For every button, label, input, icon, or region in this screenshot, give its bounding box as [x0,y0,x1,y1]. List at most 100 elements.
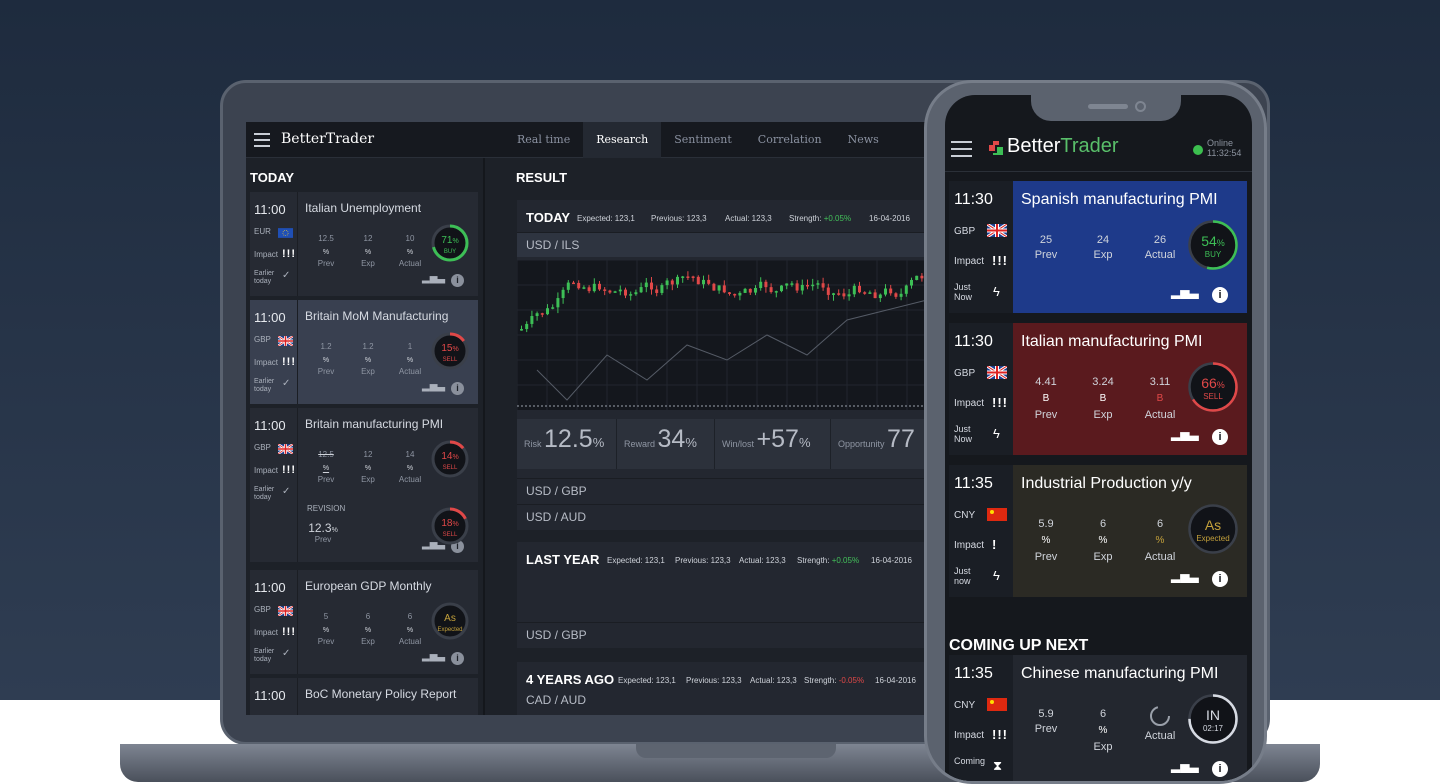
panel-previous: Previous: 123,3 [675,556,731,565]
phone-frame: BetterTrader Online 11:32:54 11:30 GBP Im… [924,80,1267,784]
uk-flag-icon [277,333,294,347]
currency-code: GBP [254,443,271,452]
event-title: European GDP Monthly [305,579,432,593]
mobile-event-card[interactable]: 11:35 CNY Impact !!! Coming ⧗ Chinese ma… [949,655,1247,781]
exp-value: 24 Exp [1093,234,1113,261]
panel-actual: Actual: 123,3 [725,214,772,223]
event-card[interactable]: 11:00 Britain MoM Manufacturing GBP Impac… [250,300,478,404]
cn-flag-icon [987,698,1007,711]
prev-value: 4.41 B Prev [1034,376,1058,421]
pair-row[interactable]: USD / ILS [517,232,936,257]
app-logo[interactable]: BetterTrader [1007,135,1119,158]
panel-title: TODAY [526,210,571,225]
revision-label: REVISION [307,504,346,513]
winlost-stat: Win/lost +57% [715,419,831,469]
panel-title: LAST YEAR [526,552,600,567]
menu-icon[interactable] [951,141,972,157]
pair-row[interactable]: USD / AUD [517,504,936,529]
mobile-event-card[interactable]: 11:35 CNY Impact ! Just now ϟ Industrial… [949,465,1247,597]
impact-label: Impact [254,466,279,475]
panel-date: 16-04-2016 [875,676,916,685]
panel-expected: Expected: 123,1 [607,556,665,565]
impact-label: Impact [954,398,985,409]
lightning-icon: ϟ [993,284,1000,299]
impact-label: Impact [254,358,279,367]
info-icon[interactable]: i [451,382,464,395]
mobile-app-screen: BetterTrader Online 11:32:54 11:30 GBP Im… [945,95,1252,781]
info-icon[interactable]: i [451,274,464,287]
info-icon[interactable]: i [1212,429,1228,445]
actual-value: 1% Actual [398,342,422,376]
event-time: 11:00 [254,580,286,595]
info-icon[interactable]: i [1212,761,1228,777]
info-icon[interactable]: i [1212,287,1228,303]
bar-chart-icon[interactable]: ▂▅▃ [422,381,445,392]
info-icon[interactable]: i [1212,571,1228,587]
tab-real-time[interactable]: Real time [504,122,583,158]
event-title: Britain MoM Manufacturing [305,309,449,323]
event-time: 11:30 [954,191,993,208]
actual-value: 3.11 B Actual [1144,376,1176,421]
bar-chart-icon[interactable]: ▂▅▃ [1171,427,1199,441]
mobile-event-card[interactable]: 11:30 GBP Impact !!! Just Now ϟ Italian … [949,323,1247,455]
earlier-today-label: Earlier today [254,378,275,393]
bar-chart-icon[interactable]: ▂▅▃ [422,651,445,662]
tab-correlation[interactable]: Correlation [745,122,835,158]
tab-sentiment[interactable]: Sentiment [661,122,745,158]
panel-strength: Strength: -0.05% [804,676,865,685]
bar-chart-icon[interactable]: ▂▅▃ [1171,569,1199,583]
event-card[interactable]: 11:00 European GDP Monthly GBP Impact !!!… [250,570,478,674]
currency-code: EUR [254,227,271,236]
pair-row[interactable]: USD / GBP [517,478,936,503]
tab-research[interactable]: Research [583,122,662,158]
event-title: Italian Unemployment [305,201,422,215]
impact-level: !!! [282,464,296,476]
panel-previous: Previous: 123,3 [686,676,742,685]
bar-chart-icon[interactable]: ▂▅▃ [422,273,445,284]
logo-mark-icon [989,141,1003,155]
panel-expected: Expected: 123,1 [577,214,635,223]
cn-flag-icon [987,508,1007,521]
exp-value: 6% Exp [1093,518,1113,563]
event-card[interactable]: 11:00 Britain manufacturing PMI GBP Impac… [250,408,478,562]
eu-flag-icon [278,225,293,238]
info-icon[interactable]: i [451,652,464,665]
event-values: 5.9 Prev 6% Exp Actual [1019,705,1187,753]
event-card[interactable]: 11:00 Italian Unemployment EUR Impact !!!… [250,192,478,296]
currency-code: GBP [954,368,976,379]
panel-previous: Previous: 123,3 [651,214,707,223]
bar-chart-icon[interactable]: ▂▅▃ [1171,759,1199,773]
event-time: 11:30 [954,333,993,350]
check-icon: ✓ [282,486,291,497]
exp-value: 1.2% Exp [361,342,375,376]
signal-ring: 71% BUY [430,223,470,263]
main-nav-tabs: Real time Research Sentiment Correlation… [504,122,892,158]
bar-chart-icon[interactable]: ▂▅▃ [1171,285,1199,299]
currency-code: CNY [954,700,976,711]
mobile-event-card[interactable]: 11:30 GBP Impact !!! Just Now ϟ Spanish … [949,181,1247,313]
actual-value: 26 Actual [1144,234,1176,261]
prev-value: 12.5% Prev [317,234,335,268]
signal-ring: 66% SELL [1187,361,1239,413]
tab-news[interactable]: News [835,122,892,158]
event-values: 5.9% Prev 6% Exp 6% Actual [1019,515,1187,563]
app-logo[interactable]: BetterTrader [281,131,374,147]
pair-row[interactable]: CAD / AUD [517,688,936,713]
panel-title: 4 YEARS AGO [526,672,615,687]
menu-icon[interactable] [254,133,270,147]
pair-row[interactable]: USD / GBP [517,622,936,647]
revision-signal-ring: 18% SELL [430,506,470,546]
candlestick-chart[interactable] [516,259,936,410]
impact-level: !!! [992,253,1008,268]
exp-value: 3.24 B Exp [1092,376,1114,421]
event-title: Spanish manufacturing PMI [1021,191,1218,208]
event-status: Coming [954,756,986,766]
event-card[interactable]: 11:00 BoC Monetary Policy Report [250,678,478,715]
panel-date: 16-04-2016 [871,556,912,565]
risk-stat: Risk 12.5% [517,419,617,469]
actual-value: Actual [1133,705,1187,753]
opportunity-stat: Opportunity 77 [838,425,915,453]
earlier-today-label: Earlier today [254,270,275,285]
signal-ring: 14% SELL [430,439,470,479]
lightning-icon: ϟ [993,568,1000,583]
